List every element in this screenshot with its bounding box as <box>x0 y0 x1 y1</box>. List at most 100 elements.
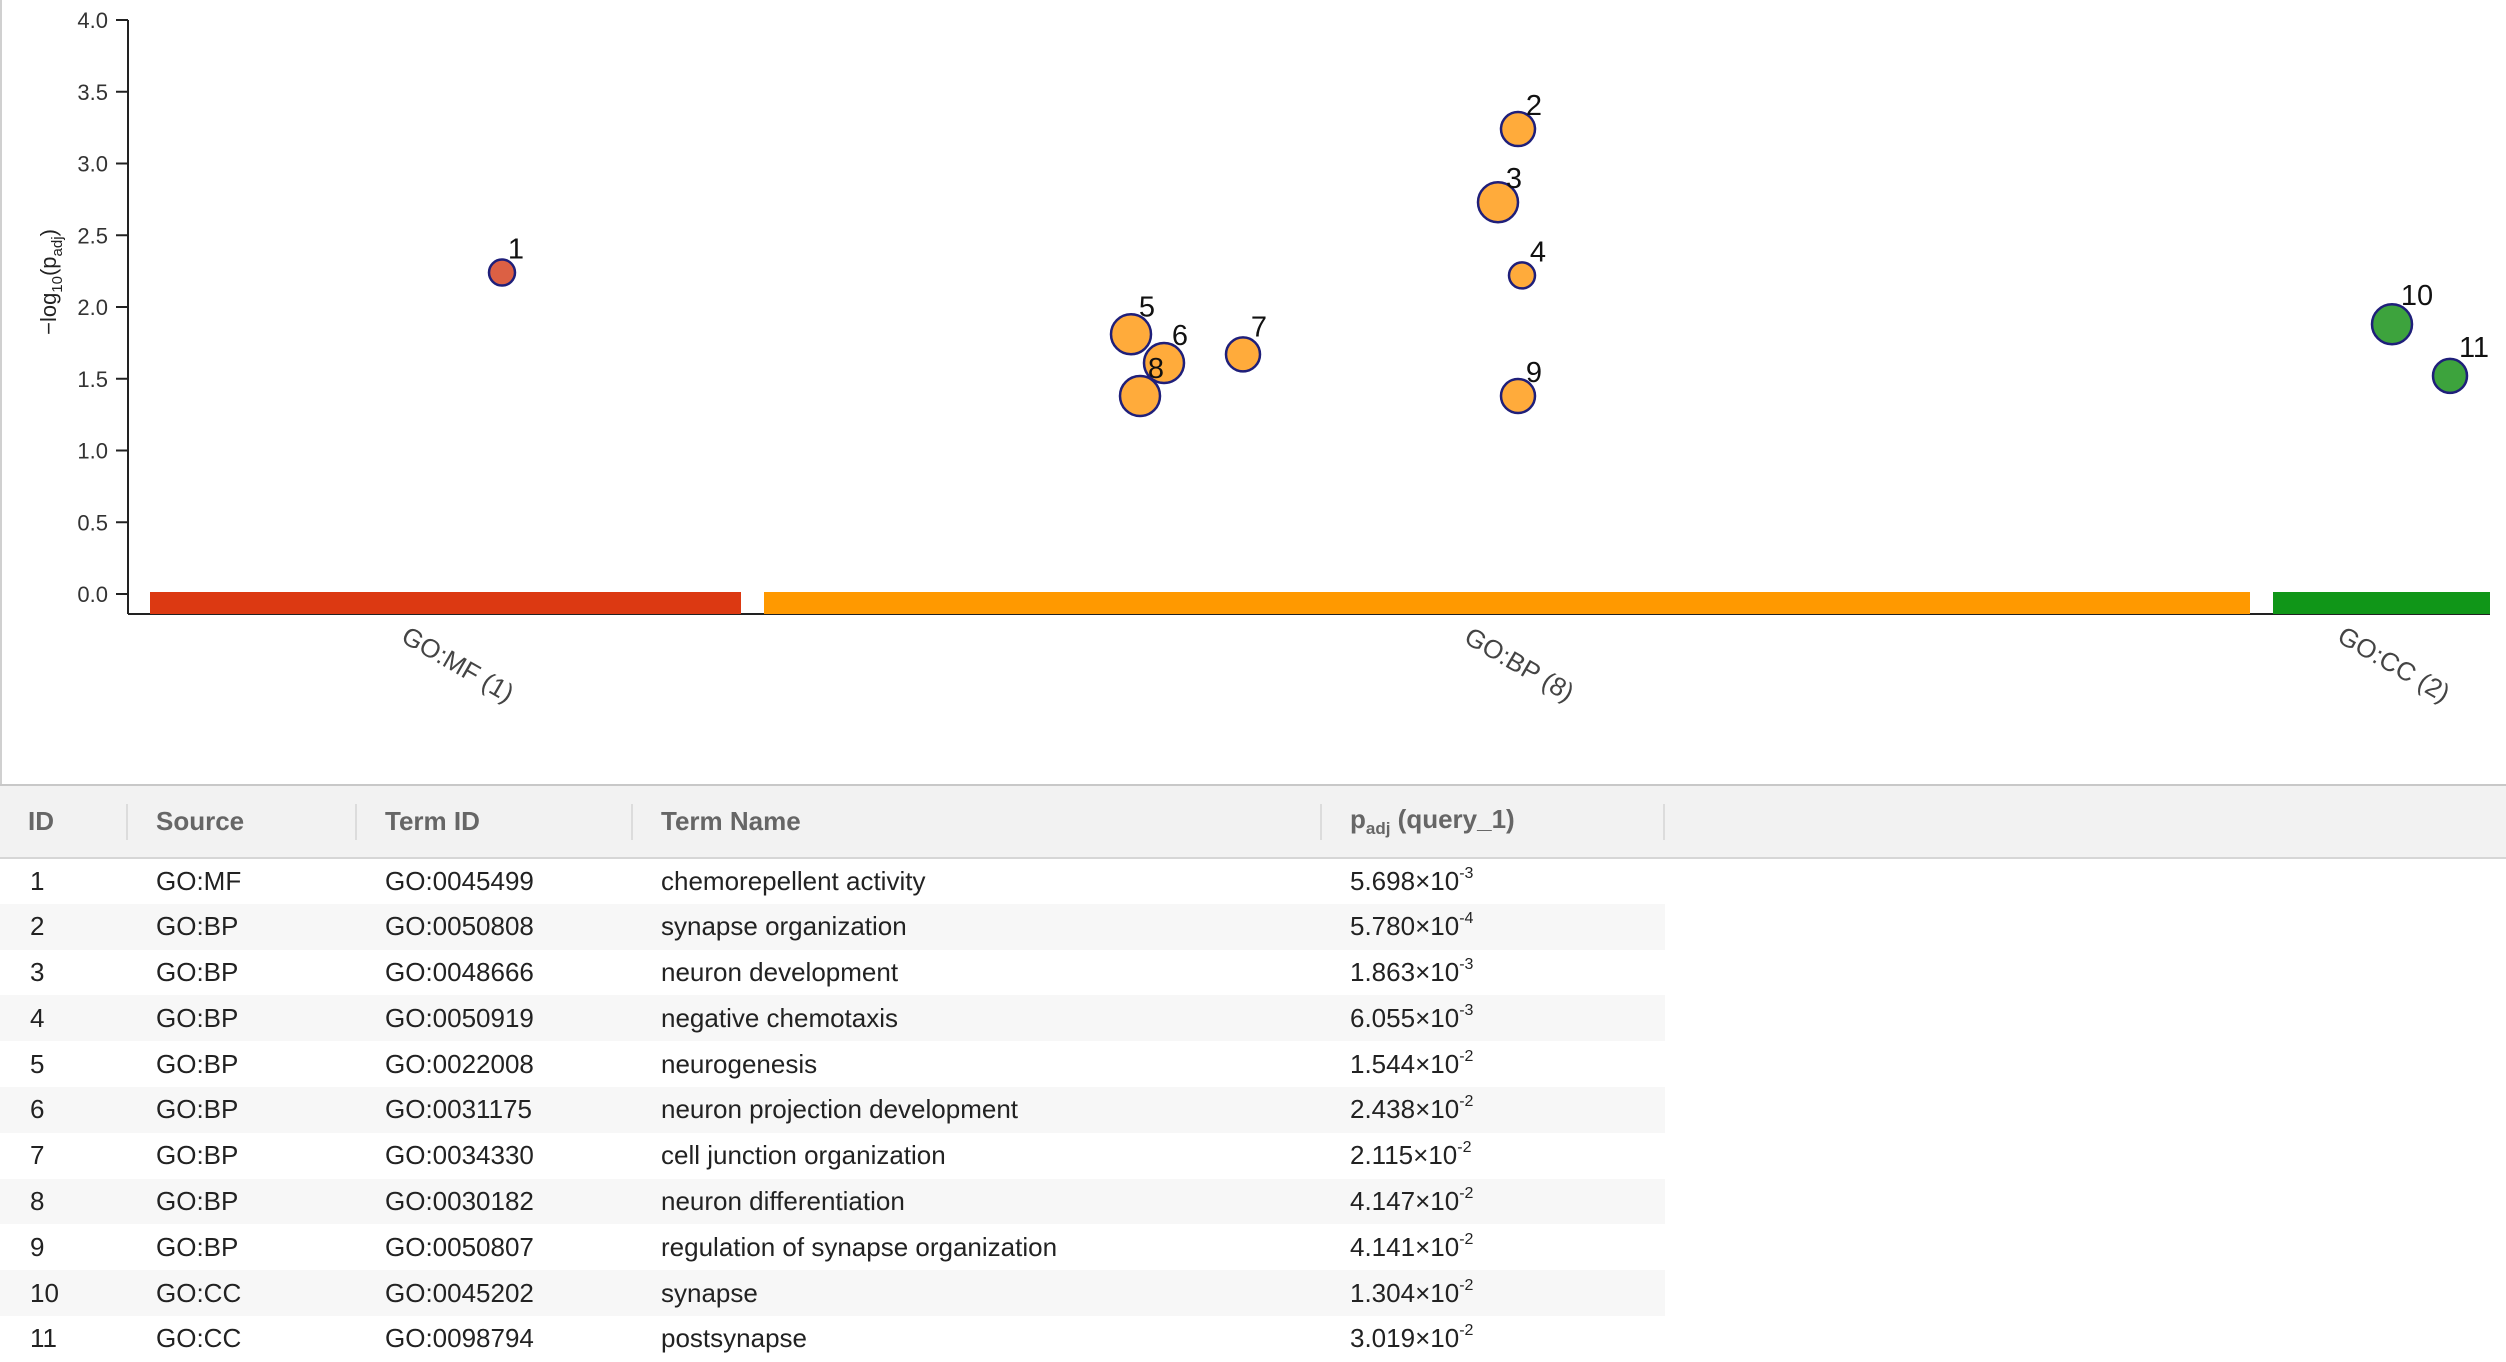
row-padj: 1.544×10-2 <box>1350 1047 1474 1079</box>
row-spacer <box>1665 1315 2506 1362</box>
y-tick-label: 4.0 <box>77 8 108 33</box>
y-tick-label: 0.0 <box>77 582 108 607</box>
header-padj[interactable]: padj (query_1) <box>1322 786 1665 858</box>
row-source: GO:BP <box>128 1178 357 1225</box>
table-row[interactable]: 6 GO:BP GO:0031175 neuron projection develo… <box>0 1086 2506 1133</box>
point-label-3: 3 <box>1506 163 1522 195</box>
row-term-name: synapse organization <box>633 903 1322 950</box>
table-body: 1 GO:MF GO:0045499 chemorepellent activity 5… <box>0 858 2506 1362</box>
row-padj: 6.055×10-3 <box>1322 995 1665 1042</box>
row-padj: 3.019×10-2 <box>1350 1322 1474 1354</box>
header-spacer <box>1665 786 2506 858</box>
row-padj: 2.438×10-2 <box>1322 1086 1665 1133</box>
y-tick-label: 3.0 <box>77 152 108 177</box>
row-padj: 5.780×10-4 <box>1322 903 1665 950</box>
table-row[interactable]: 3 GO:BP GO:0048666 neuron development 1.863×… <box>0 949 2506 996</box>
category-bars <box>150 592 2490 614</box>
table-row[interactable]: 4 GO:BP GO:0050919 negative chemotaxis 6.055… <box>0 995 2506 1042</box>
row-source: GO:MF <box>156 865 242 896</box>
row-id: 5 <box>30 1048 45 1079</box>
y-tick-label: 1.5 <box>77 367 108 392</box>
header-id[interactable]: ID <box>0 786 128 858</box>
row-term-id: GO:0050807 <box>385 1231 534 1262</box>
row-spacer <box>1665 858 2506 904</box>
point-label-11: 11 <box>2459 332 2489 364</box>
row-source: GO:BP <box>128 1086 357 1133</box>
row-term-id: GO:0048666 <box>385 956 534 987</box>
manhattan-plot-svg: 0.00.51.01.52.02.53.03.54.0 GO:MF (1) GO:… <box>36 8 2490 708</box>
row-id: 3 <box>30 956 45 987</box>
table-row[interactable]: 10 GO:CC GO:0045202 synapse 1.304×10-2 <box>0 1270 2506 1316</box>
row-term-id: GO:0050919 <box>357 995 633 1042</box>
row-id: 7 <box>30 1140 45 1171</box>
y-tick-label: 2.5 <box>77 223 108 248</box>
row-source: GO:BP <box>156 956 239 987</box>
y-tick-label: 0.5 <box>77 510 108 535</box>
row-term-id: GO:0050808 <box>357 903 633 950</box>
row-padj: 1.863×10-3 <box>1350 955 1474 987</box>
row-spacer <box>1665 1270 2506 1316</box>
row-source: GO:BP <box>156 1140 239 1171</box>
category-bar-mf <box>150 592 741 614</box>
row-padj: 5.698×10-3 <box>1350 864 1474 896</box>
table-row[interactable]: 5 GO:BP GO:0022008 neurogenesis 1.544×10-2 <box>0 1041 2506 1087</box>
row-spacer <box>1665 1224 2506 1271</box>
row-term-name: neuron development <box>661 956 899 987</box>
row-spacer <box>1665 1178 2506 1225</box>
data-point-11 <box>2431 357 2469 395</box>
row-term-id: GO:0034330 <box>385 1140 534 1171</box>
table-row[interactable]: 2 GO:BP GO:0050808 synapse organization 5.78… <box>0 903 2506 950</box>
row-term-name: negative chemotaxis <box>633 995 1322 1042</box>
row-id: 1 <box>30 865 45 896</box>
row-spacer <box>1665 1132 2506 1179</box>
header-term-id[interactable]: Term ID <box>357 786 633 858</box>
row-term-name: neurogenesis <box>661 1048 818 1079</box>
row-id: 6 <box>0 1086 128 1133</box>
header-source[interactable]: Source <box>128 786 357 858</box>
table-row[interactable]: 9 GO:BP GO:0050807 regulation of synapse or… <box>0 1224 2506 1271</box>
table-row[interactable]: 11 GO:CC GO:0098794 postsynapse 3.019×10-2 <box>0 1315 2506 1362</box>
row-source: GO:BP <box>128 903 357 950</box>
y-axis: 0.0 0.5 1.0 1.5 2.0 2.5 3.0 3.5 4.0 <box>77 8 2490 615</box>
point-label-6: 6 <box>1172 320 1188 352</box>
row-term-name: chemorepellent activity <box>661 865 926 896</box>
row-source: GO:BP <box>128 995 357 1042</box>
table-header-row: ID Source Term ID Term Name padj (query_… <box>0 786 2506 858</box>
header-term-name[interactable]: Term Name <box>633 786 1322 858</box>
y-tick-label: 1.0 <box>77 439 108 464</box>
row-spacer <box>1665 1041 2506 1087</box>
row-term-name: neuron projection development <box>633 1086 1322 1133</box>
row-term-id: GO:0030182 <box>357 1178 633 1225</box>
row-source: GO:BP <box>156 1048 239 1079</box>
row-term-id: GO:0031175 <box>357 1086 633 1133</box>
results-grid: ID Source Term ID Term Name padj (query_… <box>0 786 2506 1362</box>
row-term-name: postsynapse <box>661 1323 807 1354</box>
row-source: GO:BP <box>156 1231 239 1262</box>
point-label-1: 1 <box>508 234 524 266</box>
row-padj: 4.147×10-2 <box>1322 1178 1665 1225</box>
row-id: 9 <box>30 1231 45 1262</box>
row-term-id: GO:0045499 <box>385 865 534 896</box>
manhattan-plot: 0.0 0.5 1.0 1.5 2.0 2.5 3.0 3.5 4.0 GO:MF (1) GO:… <box>0 0 2506 786</box>
category-bar-cc <box>2273 592 2490 614</box>
table-row[interactable]: 8 GO:BP GO:0030182 neuron differentiation 4.… <box>0 1178 2506 1225</box>
row-source: GO:CC <box>128 1270 357 1316</box>
point-label-10: 10 <box>2401 280 2433 312</box>
row-spacer <box>1665 949 2506 996</box>
row-term-name: synapse <box>633 1270 1322 1316</box>
point-label-9: 9 <box>1526 357 1542 389</box>
row-padj: 2.115×10-2 <box>1350 1139 1472 1171</box>
row-term-name: neuron differentiation <box>633 1178 1322 1225</box>
x-axis-labels: GO:MF (1) GO:BP (8) GO:CC (2) <box>397 620 2456 708</box>
row-term-id: GO:0098794 <box>385 1323 534 1354</box>
row-term-id: GO:0045202 <box>357 1270 633 1316</box>
y-tick-label: 3.5 <box>77 80 108 105</box>
table-row[interactable]: 1 GO:MF GO:0045499 chemorepellent activity 5… <box>0 858 2506 904</box>
point-label-5: 5 <box>1139 291 1155 323</box>
row-spacer <box>1665 1086 2506 1133</box>
table-row[interactable]: 7 GO:BP GO:0034330 cell junction organizati… <box>0 1132 2506 1179</box>
category-bar-bp <box>764 592 2250 614</box>
category-label-cc: GO:CC (2) <box>2333 620 2456 708</box>
row-term-name: cell junction organization <box>661 1140 946 1171</box>
data-points: 1 2 3 4 56 7 9 10 11 8 <box>487 90 2489 418</box>
